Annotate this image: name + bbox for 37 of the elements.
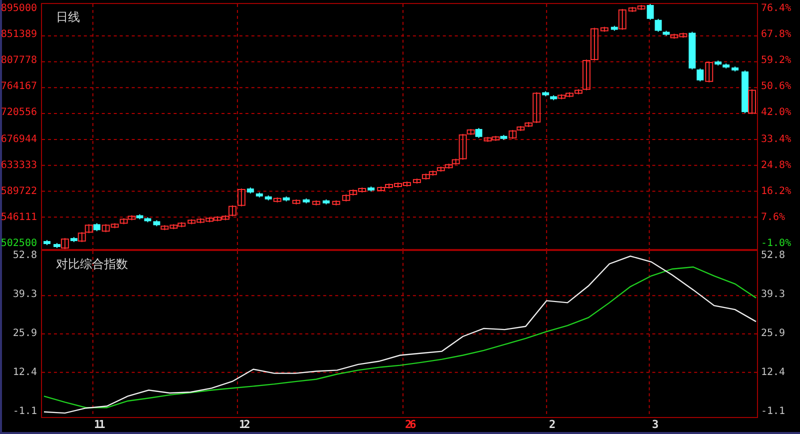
axis-label: 2 (549, 418, 554, 432)
axis-label: 39.3 (761, 289, 786, 302)
axis-label: 52.8 (761, 250, 786, 262)
axis-label: 12.4 (12, 366, 37, 379)
axis-label: 25.9 (12, 328, 37, 340)
axis-label: 502500 (0, 238, 37, 250)
axis-label: 851389 (0, 29, 37, 42)
chart-title: 日线 (56, 9, 80, 26)
axis-label: 59.2% (761, 55, 792, 68)
axis-label: -1.1 (12, 406, 37, 418)
axis-label: 16.2% (761, 186, 792, 198)
axis-label: 76.4% (761, 3, 792, 15)
axis-label: 33.4% (761, 134, 792, 146)
axis-label: 26 (405, 418, 414, 432)
axis-label: 3 (652, 418, 657, 432)
axis-label: 764167 (0, 81, 37, 94)
axis-label: 52.8 (12, 250, 37, 262)
axis-label: -1.1 (761, 406, 786, 418)
chart-title: 对比综合指数 (56, 256, 128, 273)
axis-label: 12.4 (761, 366, 786, 379)
axis-label: 39.3 (12, 289, 37, 302)
axis-label: 67.8% (761, 29, 792, 42)
axis-label: 24.8% (761, 160, 792, 172)
axis-label: 25.9 (761, 328, 786, 340)
axis-label: 633333 (0, 160, 37, 172)
axis-label: 7.6% (761, 212, 786, 224)
axis-label: 546111 (0, 212, 37, 224)
axis-label: -1.0% (761, 238, 792, 250)
axis-label: 720556 (0, 107, 37, 120)
axis-label: 807778 (0, 55, 37, 68)
axis-label: 42.0% (761, 107, 792, 120)
axis-label: 589722 (0, 186, 37, 198)
axis-label: 676944 (0, 134, 37, 146)
axis-label: 895000 (0, 3, 37, 15)
axis-label: 11 (94, 418, 104, 432)
axis-label: 50.6% (761, 81, 792, 94)
axis-label: 12 (239, 418, 248, 432)
